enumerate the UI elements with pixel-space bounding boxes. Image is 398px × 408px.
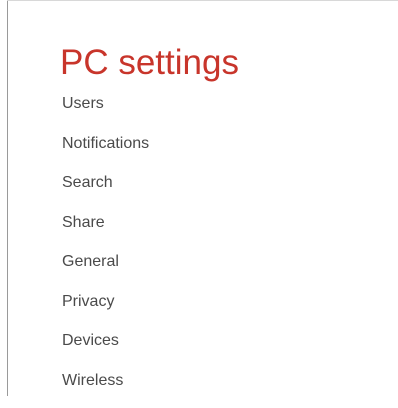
nav-item-search[interactable]: Search xyxy=(62,171,149,211)
nav-item-notifications[interactable]: Notifications xyxy=(62,132,149,172)
settings-nav-list: Users Notifications Search Share General… xyxy=(62,92,149,408)
nav-item-devices[interactable]: Devices xyxy=(62,329,149,369)
page-title: PC settings xyxy=(60,42,239,84)
window-border-left xyxy=(7,0,8,396)
settings-window: PC settings Users Notifications Search S… xyxy=(0,0,398,396)
nav-item-wireless[interactable]: Wireless xyxy=(62,369,149,408)
nav-item-share[interactable]: Share xyxy=(62,211,149,251)
window-border-top xyxy=(7,0,398,1)
nav-item-general[interactable]: General xyxy=(62,250,149,290)
nav-item-users[interactable]: Users xyxy=(62,92,149,132)
nav-item-privacy[interactable]: Privacy xyxy=(62,290,149,330)
